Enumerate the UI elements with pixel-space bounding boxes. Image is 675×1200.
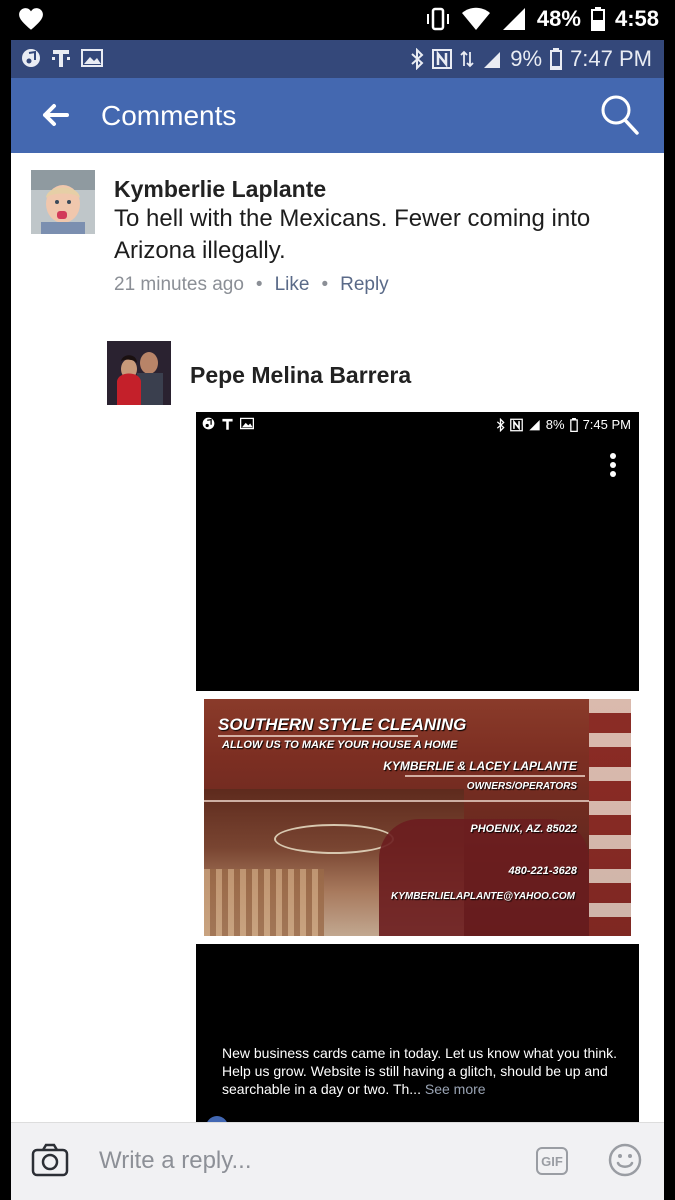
comment-author[interactable]: Pepe Melina Barrera: [190, 362, 411, 389]
facebook-comments-screen: 9% 7:47 PM Comments Kymberlie Laplante T…: [11, 40, 664, 1200]
card-city: PHOENIX, AZ. 85022: [470, 823, 577, 835]
signal-icon: [529, 419, 540, 431]
device-battery-percent: 48%: [536, 6, 581, 31]
comment-text: To hell with the Mexicans. Fewer coming …: [114, 205, 591, 264]
see-more-link[interactable]: See more: [425, 1081, 486, 1097]
signal-icon: [484, 52, 501, 68]
device-clock: 4:58: [614, 6, 659, 31]
avatar[interactable]: [31, 170, 95, 234]
avatar[interactable]: [107, 341, 171, 405]
arrow-left-icon[interactable]: [39, 98, 73, 132]
reply-button[interactable]: Reply: [340, 274, 389, 296]
vibrate-icon: [426, 7, 449, 31]
damask-border: [589, 699, 631, 936]
separator-dot: •: [255, 274, 263, 295]
signal-icon: [502, 8, 525, 30]
bluetooth-icon: [496, 417, 505, 432]
photo-status-bar: 8% 7:45 PM: [196, 412, 639, 440]
device-status-bar: 48% 4:58: [0, 0, 675, 40]
photo-clock: 7:45 PM: [582, 417, 631, 432]
business-card-photo: SOUTHERN STYLE CLEANING ALLOW US TO MAKE…: [196, 691, 639, 944]
card-company-name: SOUTHERN STYLE CLEANING: [218, 715, 467, 734]
inner-status-bar: 9% 7:47 PM: [11, 40, 664, 78]
data-icon: [460, 50, 474, 68]
page-title: Comments: [101, 100, 237, 131]
card-tagline: ALLOW US TO MAKE YOUR HOUSE A HOME: [222, 739, 458, 751]
photo-battery-percent: 8%: [545, 417, 565, 432]
gif-button[interactable]: GIF: [536, 1147, 568, 1175]
comment-timestamp: 21 minutes ago: [114, 274, 244, 295]
music-icon: [202, 417, 215, 430]
nfc-icon: [432, 49, 453, 69]
post-caption: New business cards came in today. Let us…: [222, 1044, 622, 1098]
attached-screenshot-image[interactable]: 8% 7:45 PM SOUTHERN STYLE CLEANING ALLOW…: [196, 412, 639, 1132]
wifi-icon: [461, 7, 490, 30]
reply-input[interactable]: Write a reply...: [99, 1147, 251, 1175]
card-phone: 480-221-3628: [508, 865, 577, 877]
music-icon: [22, 49, 40, 67]
business-card: SOUTHERN STYLE CLEANING ALLOW US TO MAKE…: [204, 699, 631, 936]
inner-clock: 7:47 PM: [570, 46, 652, 71]
search-icon[interactable]: [600, 94, 640, 136]
inner-battery-percent: 9%: [510, 46, 543, 71]
like-button[interactable]: Like: [275, 274, 310, 296]
card-email: KYMBERLIELAPLANTE@YAHOO.COM: [390, 891, 575, 902]
comment-meta: 21 minutes ago • Like • Reply: [114, 274, 389, 296]
card-owners: KYMBERLIE & LACEY LAPLANTE: [383, 759, 577, 773]
t-mobile-icon: [52, 50, 70, 67]
camera-icon[interactable]: [31, 1143, 69, 1177]
battery-icon: [569, 417, 578, 432]
comments-app-bar: Comments: [11, 78, 664, 153]
card-role: OWNERS/OPERATORS: [466, 781, 577, 792]
more-options-icon[interactable]: [609, 452, 617, 478]
caption-text: New business cards came in today. Let us…: [222, 1045, 618, 1097]
reply-composer: Write a reply... GIF: [11, 1122, 664, 1200]
t-mobile-icon: [222, 418, 233, 430]
image-icon: [81, 49, 103, 67]
battery-icon: [550, 48, 563, 70]
separator-dot: •: [321, 274, 329, 295]
battery-icon: [590, 7, 605, 31]
smiley-icon[interactable]: [608, 1143, 642, 1177]
heart-icon: [19, 8, 43, 30]
image-icon: [240, 417, 254, 430]
nfc-icon: [509, 418, 523, 431]
bluetooth-icon: [411, 48, 424, 70]
comment-author[interactable]: Kymberlie Laplante: [114, 176, 326, 203]
